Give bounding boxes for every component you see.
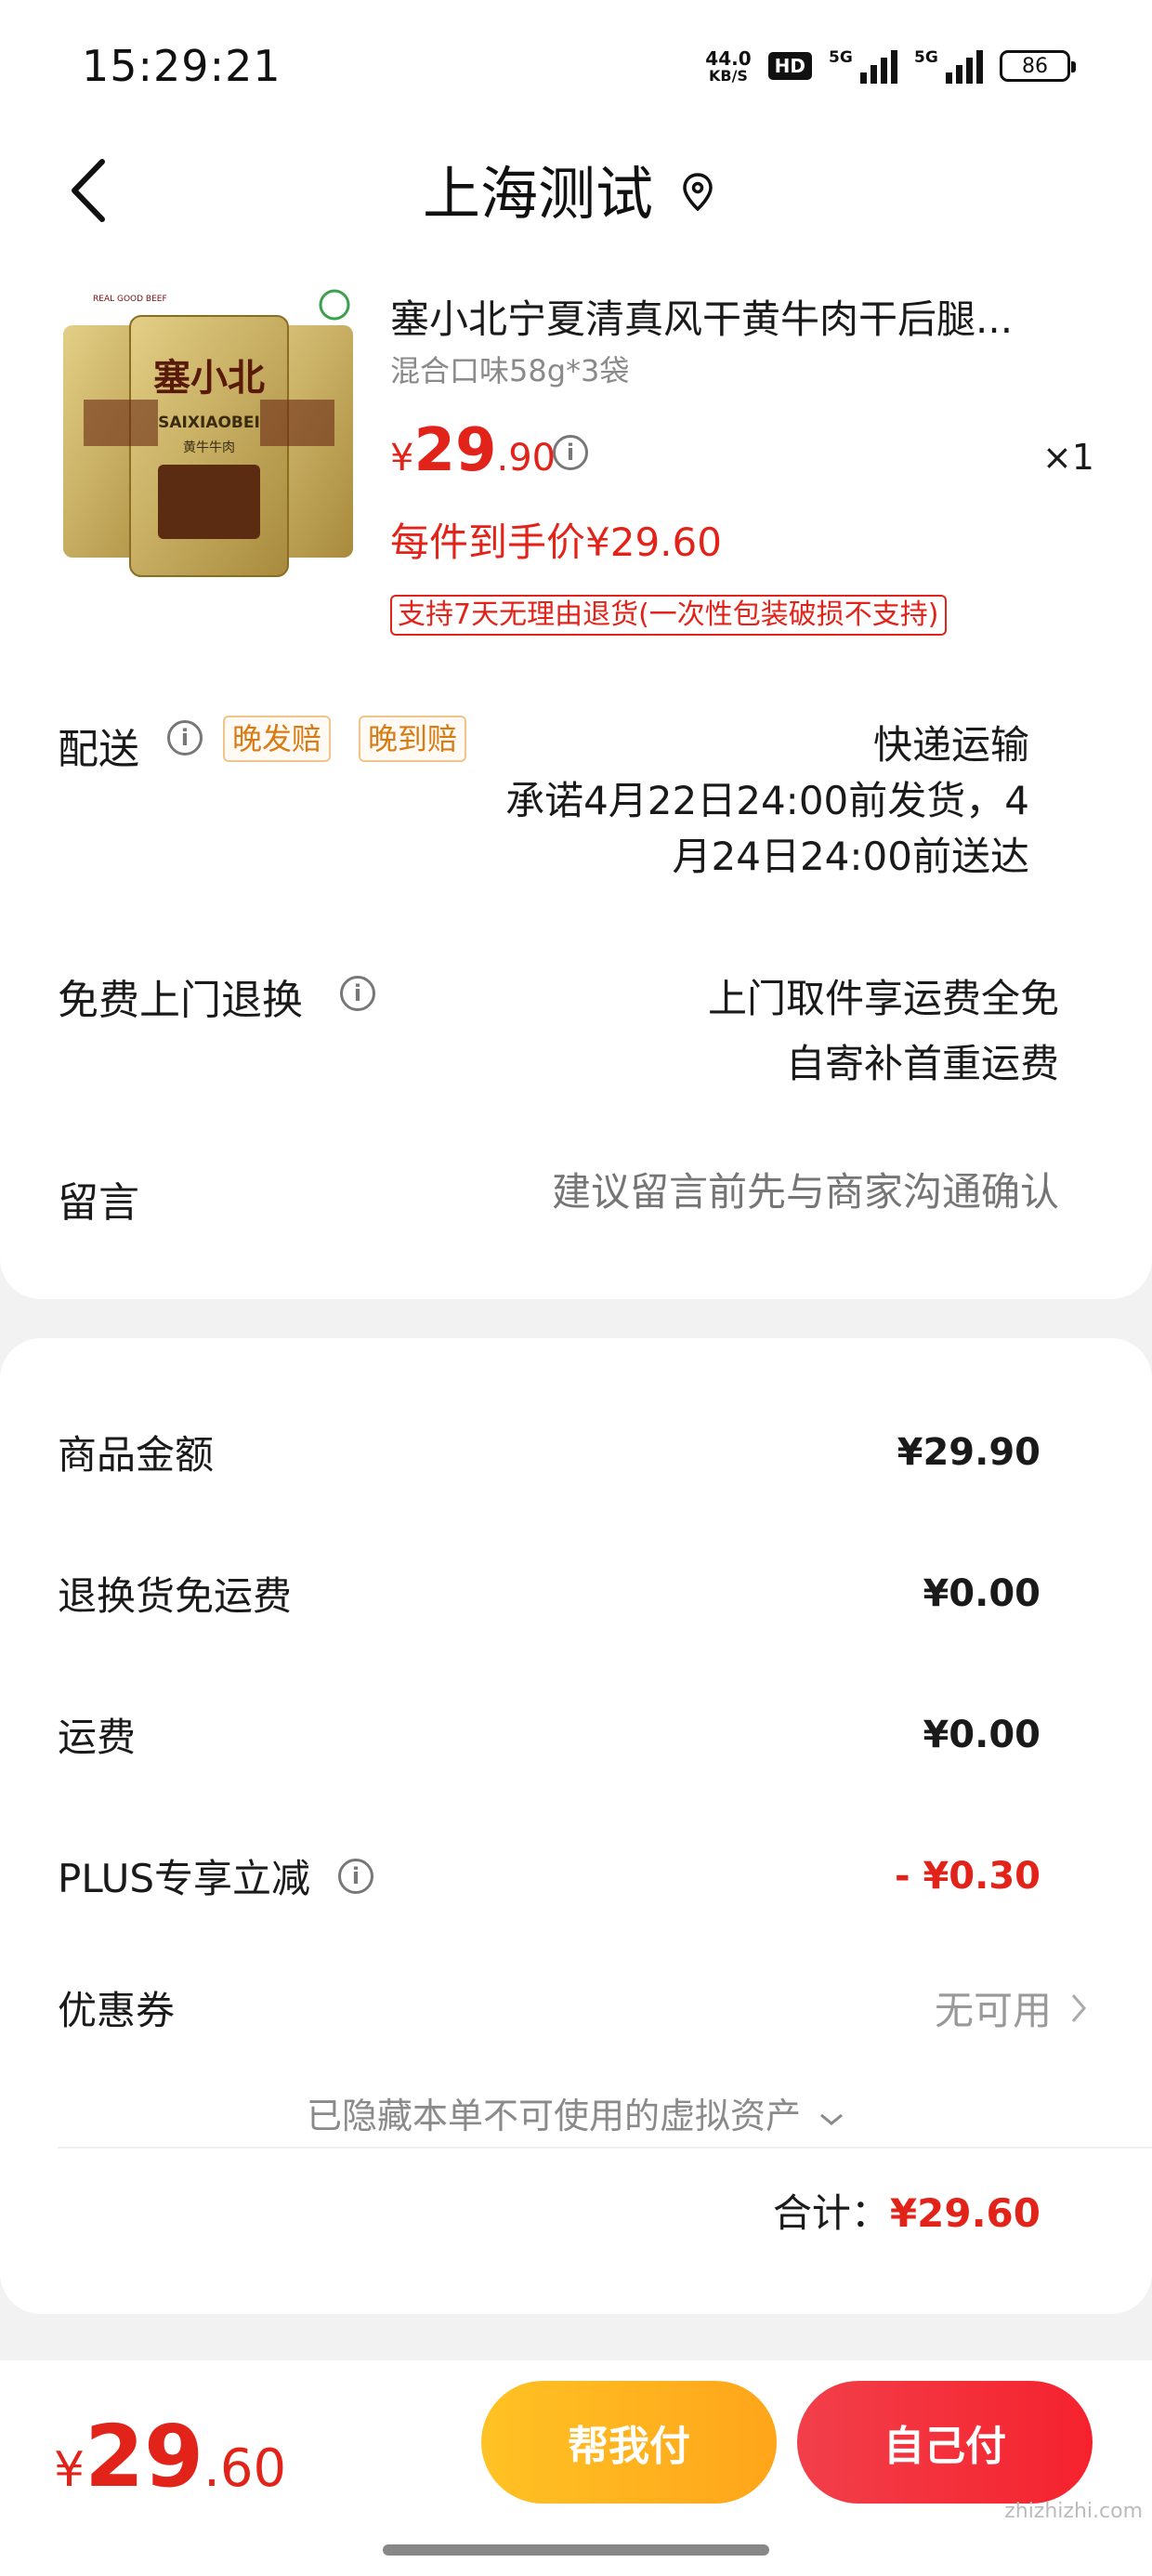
signal-sim1-icon: 5G (829, 48, 897, 84)
free-return-detail: 上门取件享运费全免 自寄补首重运费 (708, 966, 1059, 1097)
status-time: 15:29:21 (82, 41, 281, 91)
location-pin-icon (683, 173, 713, 212)
product-quantity: ×1 (1041, 437, 1094, 478)
delivery-label: 配送 (58, 726, 139, 773)
goods-amount-label: 商品金额 (58, 1432, 215, 1478)
product-spec: 混合口味58g*3袋 (390, 353, 630, 388)
chevron-right-icon (1071, 1993, 1086, 2022)
battery-icon: 86 (1000, 50, 1076, 82)
late-ship-tag: 晚发赔 (223, 716, 332, 762)
page-header: 上海测试 (0, 130, 1152, 251)
self-pay-button[interactable]: 自己付 (797, 2381, 1093, 2504)
return-policy-tag: 支持7天无理由退货(一次性包装破损不支持) (390, 595, 947, 636)
status-icons: 44.0 KB/S HD 5G 5G 86 (705, 43, 1076, 89)
plus-discount-value: - ¥0.30 (894, 1854, 1041, 1898)
shipping-fee-label: 运费 (58, 1715, 137, 1760)
plus-info-icon[interactable]: i (338, 1858, 374, 1894)
product-brand-text: 塞小北 (153, 357, 265, 400)
product-price: ¥ 29 .90 (390, 416, 556, 485)
total-value: ¥29.60 (889, 2190, 1041, 2236)
payment-bar: ¥ 29 .60 帮我付 自己付 zhizhizhi.com (0, 2360, 1152, 2576)
product-badge-text: REAL GOOD BEEF (93, 295, 167, 304)
chevron-down-icon (820, 2113, 843, 2125)
help-pay-button[interactable]: 帮我付 (481, 2381, 777, 2504)
hidden-assets-text: 已隐藏本单不可使用的虚拟资产 (306, 2096, 801, 2136)
message-label: 留言 (58, 1179, 139, 1227)
network-speed-unit: KB/S (708, 67, 748, 85)
goods-amount-value: ¥29.90 (897, 1430, 1041, 1474)
network-speed: 44.0 KB/S (705, 48, 751, 84)
network-speed-value: 44.0 (705, 47, 752, 70)
product-type-text: 黄牛牛肉 (183, 440, 235, 455)
free-return-info-icon[interactable]: i (340, 976, 375, 1011)
sim2-network-label: 5G (914, 48, 938, 67)
total-label: 合计： (772, 2190, 890, 2236)
pay-decimal: .60 (203, 2438, 287, 2499)
free-return-line2: 自寄补首重运费 (785, 1041, 1059, 1086)
return-shipping-label: 退换货免运费 (58, 1573, 293, 1619)
price-info-icon[interactable]: i (553, 435, 588, 470)
price-currency: ¥ (390, 437, 414, 480)
free-return-line1: 上门取件享运费全免 (707, 976, 1059, 1021)
plus-discount-label: PLUS专享立减 (58, 1856, 311, 1901)
pay-currency: ¥ (54, 2442, 85, 2498)
sim1-network-label: 5G (829, 48, 853, 67)
coupon-row[interactable]: 优惠券 无可用 (58, 1979, 1087, 2036)
fee-summary-card (0, 1338, 1152, 2314)
back-button[interactable] (56, 149, 121, 232)
return-shipping-row: 退换货免运费 ¥0.00 (58, 1565, 1041, 1622)
pay-amount: ¥ 29 .60 (54, 2407, 286, 2506)
free-return-label: 免费上门退换 (58, 977, 303, 1024)
message-input[interactable] (390, 1169, 1059, 1215)
plus-discount-row: PLUS专享立减 i - ¥0.30 (58, 1847, 1041, 1904)
status-bar: 15:29:21 44.0 KB/S HD 5G 5G 86 (0, 0, 1152, 130)
product-title[interactable]: 塞小北宁夏清真风干黄牛肉干后腿... (390, 288, 1078, 345)
battery-level: 86 (1022, 54, 1048, 78)
coupon-value: 无可用 (934, 1988, 1052, 2033)
address-selector[interactable]: 上海测试 (423, 147, 714, 230)
coupon-label: 优惠券 (58, 1988, 176, 2033)
coupon-value-group: 无可用 (935, 1979, 1087, 2036)
hidden-assets-toggle[interactable]: 已隐藏本单不可使用的虚拟资产 (0, 2087, 1152, 2138)
watermark: zhizhizhi.com (1004, 2500, 1143, 2523)
return-shipping-value: ¥0.00 (923, 1571, 1041, 1615)
per-item-price: 每件到手价¥29.60 (390, 519, 722, 565)
hd-voice-icon: HD (767, 52, 812, 80)
signal-sim2-icon: 5G (914, 48, 983, 84)
total-row: 合计： ¥29.60 (773, 2182, 1041, 2239)
goods-amount-row: 商品金额 ¥29.90 (58, 1424, 1041, 1480)
product-image[interactable]: 塞小北 SAIXIAOBEI 黄牛牛肉 REAL GOOD BEEF (56, 288, 362, 585)
shipping-fee-row: 运费 ¥0.00 (58, 1706, 1041, 1763)
delivery-promise-line2: 月24日24:00前送达 (672, 834, 1029, 879)
product-brand-pinyin: SAIXIAOBEI (158, 414, 260, 432)
chevron-left-icon (72, 159, 105, 222)
price-decimal: .90 (496, 437, 556, 480)
home-indicator[interactable] (383, 2544, 769, 2556)
shipping-fee-value: ¥0.00 (923, 1713, 1041, 1756)
divider (58, 2147, 1152, 2149)
delivery-method: 快递运输 (872, 722, 1029, 768)
pay-integer: 29 (85, 2407, 204, 2506)
delivery-promise-line1: 承诺4月22日24:00前发货，4 (505, 778, 1029, 823)
plus-discount-label-group: PLUS专享立减 i (58, 1847, 374, 1904)
page-title: 上海测试 (423, 160, 654, 228)
order-item-card: 塞小北 SAIXIAOBEI 黄牛牛肉 REAL GOOD BEEF 塞小北宁夏… (0, 251, 1152, 1299)
delivery-detail[interactable]: 快递运输 承诺4月22日24:00前发货，4 月24日24:00前送达 (435, 717, 1029, 885)
price-integer: 29 (413, 416, 497, 485)
delivery-info-icon[interactable]: i (167, 720, 203, 756)
